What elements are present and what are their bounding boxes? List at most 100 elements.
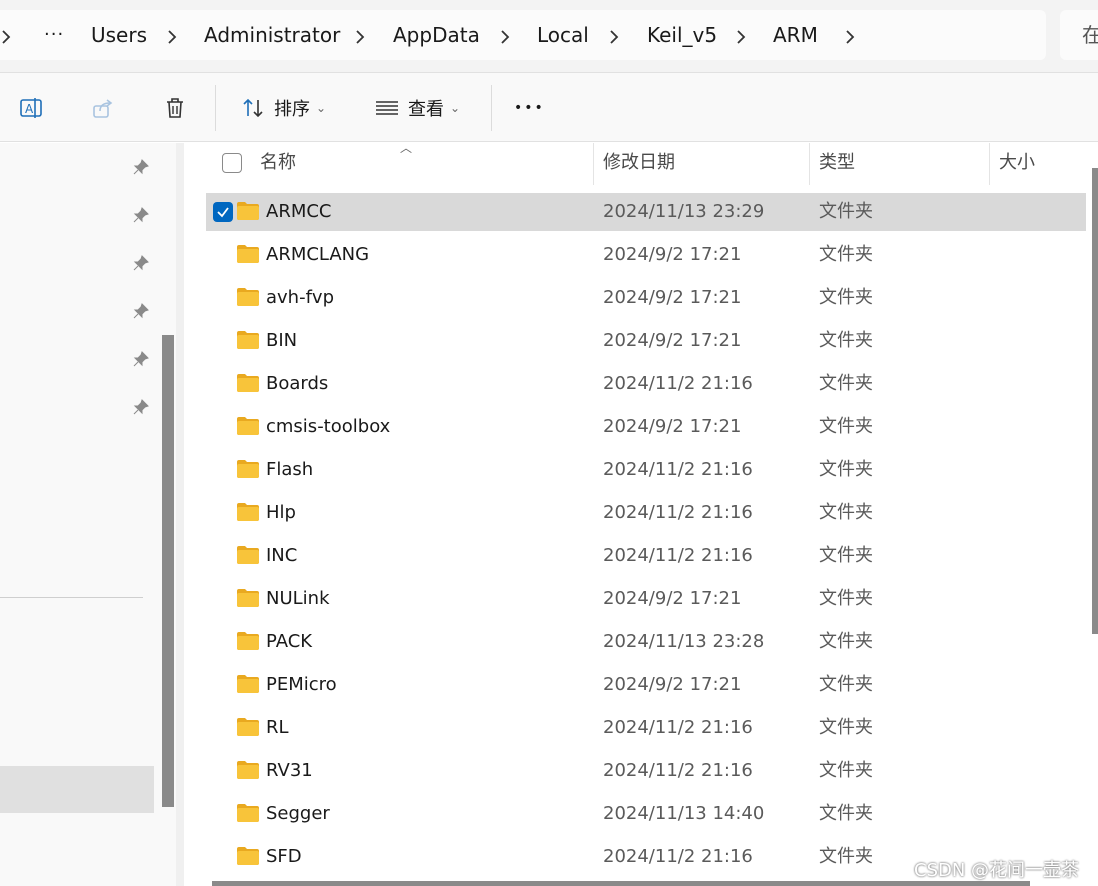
file-row[interactable]: NULink 2024/9/2 17:21 文件夹: [206, 580, 1086, 618]
horizontal-scrollbar[interactable]: [212, 881, 1030, 886]
pane-splitter[interactable]: [176, 143, 184, 886]
file-row[interactable]: Hlp 2024/11/2 21:16 文件夹: [206, 494, 1086, 532]
more-options-button[interactable]: •••: [514, 91, 545, 125]
column-type[interactable]: 类型: [819, 143, 855, 185]
file-name: NULink: [266, 588, 330, 609]
chevron-right-icon[interactable]: [608, 10, 620, 60]
nav-divider: [0, 597, 143, 598]
file-modified: 2024/9/2 17:21: [603, 588, 742, 609]
file-name: PACK: [266, 631, 313, 652]
view-list-icon: [372, 93, 402, 123]
sort-ascending-icon: ︿: [400, 141, 413, 155]
breadcrumb-item-administrator[interactable]: Administrator: [204, 10, 340, 60]
chevron-right-icon[interactable]: [166, 10, 178, 60]
file-list: ︿ 名称 修改日期 类型 大小 ARMCC 2024/11/13 23:29 文件夹…: [184, 141, 1098, 886]
file-modified: 2024/11/2 21:16: [603, 545, 753, 566]
pin-icon[interactable]: [132, 398, 150, 416]
command-bar: A 排序 ⌄ 查看 ⌄ •••: [0, 72, 1098, 142]
select-all-checkbox[interactable]: [222, 153, 242, 173]
file-name: SFD: [266, 846, 302, 867]
column-size[interactable]: 大小: [999, 143, 1035, 185]
file-name: RV31: [266, 760, 313, 781]
breadcrumb-overflow-button[interactable]: ···: [44, 10, 64, 60]
navigation-pane: [0, 143, 176, 886]
column-modified[interactable]: 修改日期: [603, 143, 675, 185]
file-name: Segger: [266, 803, 330, 824]
breadcrumb-item-appdata[interactable]: AppData: [393, 10, 480, 60]
file-row[interactable]: Segger 2024/11/13 14:40 文件夹: [206, 795, 1086, 833]
file-row[interactable]: ARMCC 2024/11/13 23:29 文件夹: [206, 193, 1086, 231]
chevron-right-icon[interactable]: [354, 10, 366, 60]
rename-icon[interactable]: A: [16, 93, 46, 123]
file-modified: 2024/11/2 21:16: [603, 373, 753, 394]
file-row[interactable]: PACK 2024/11/13 23:28 文件夹: [206, 623, 1086, 661]
folder-icon: [236, 415, 260, 437]
chevron-right-icon[interactable]: [735, 10, 747, 60]
view-button[interactable]: 查看 ⌄: [372, 91, 460, 125]
file-row[interactable]: RL 2024/11/2 21:16 文件夹: [206, 709, 1086, 747]
sort-label: 排序: [274, 99, 310, 120]
file-modified: 2024/9/2 17:21: [603, 330, 742, 351]
file-row[interactable]: PEMicro 2024/9/2 17:21 文件夹: [206, 666, 1086, 704]
file-row[interactable]: Flash 2024/11/2 21:16 文件夹: [206, 451, 1086, 489]
file-modified: 2024/11/2 21:16: [603, 459, 753, 480]
file-row[interactable]: ARMCLANG 2024/9/2 17:21 文件夹: [206, 236, 1086, 274]
breadcrumb-item-users[interactable]: Users: [91, 10, 147, 60]
sort-button[interactable]: 排序 ⌄: [238, 91, 326, 125]
pin-icon[interactable]: [132, 302, 150, 320]
share-icon[interactable]: [88, 93, 118, 123]
search-input[interactable]: 在: [1060, 10, 1098, 60]
file-type: 文件夹: [819, 846, 873, 867]
file-modified: 2024/11/13 23:29: [603, 201, 765, 222]
file-type: 文件夹: [819, 287, 873, 308]
breadcrumb-item-keil[interactable]: Keil_v5: [647, 10, 717, 60]
folder-icon: [236, 845, 260, 867]
breadcrumb[interactable]: ··· Users Administrator AppData Local Ke…: [0, 10, 1046, 60]
file-type: 文件夹: [819, 201, 873, 222]
file-modified: 2024/11/2 21:16: [603, 502, 753, 523]
file-type: 文件夹: [819, 330, 873, 351]
file-row[interactable]: cmsis-toolbox 2024/9/2 17:21 文件夹: [206, 408, 1086, 446]
chevron-right-icon[interactable]: [844, 10, 856, 60]
search-placeholder: 在: [1082, 23, 1098, 47]
file-row[interactable]: RV31 2024/11/2 21:16 文件夹: [206, 752, 1086, 790]
column-separator[interactable]: [593, 143, 594, 185]
column-separator[interactable]: [989, 143, 990, 185]
chevron-right-icon[interactable]: [499, 10, 511, 60]
file-type: 文件夹: [819, 631, 873, 652]
file-row[interactable]: Boards 2024/11/2 21:16 文件夹: [206, 365, 1086, 403]
file-modified: 2024/11/2 21:16: [603, 760, 753, 781]
file-row[interactable]: INC 2024/11/2 21:16 文件夹: [206, 537, 1086, 575]
delete-icon[interactable]: [160, 93, 190, 123]
folder-icon: [236, 544, 260, 566]
file-type: 文件夹: [819, 545, 873, 566]
column-name[interactable]: 名称: [260, 143, 296, 185]
folder-icon: [236, 716, 260, 738]
chevron-right-icon[interactable]: [0, 10, 12, 60]
chevron-down-icon: ⌄: [316, 101, 327, 115]
file-name: RL: [266, 717, 289, 738]
pin-icon[interactable]: [132, 350, 150, 368]
nav-scrollbar[interactable]: [162, 335, 174, 807]
watermark: CSDN @花间一壶茶: [914, 860, 1080, 881]
file-modified: 2024/11/2 21:16: [603, 717, 753, 738]
nav-item-selected[interactable]: [0, 766, 154, 813]
breadcrumb-item-arm[interactable]: ARM: [773, 10, 818, 60]
folder-icon: [236, 372, 260, 394]
folder-icon: [236, 329, 260, 351]
row-checkbox-checked[interactable]: [213, 202, 233, 222]
pin-icon[interactable]: [132, 158, 150, 176]
pin-icon[interactable]: [132, 206, 150, 224]
file-row[interactable]: BIN 2024/9/2 17:21 文件夹: [206, 322, 1086, 360]
file-name: INC: [266, 545, 298, 566]
toolbar-divider: [215, 85, 216, 131]
breadcrumb-item-local[interactable]: Local: [537, 10, 589, 60]
file-modified: 2024/9/2 17:21: [603, 287, 742, 308]
folder-icon: [236, 673, 260, 695]
file-modified: 2024/9/2 17:21: [603, 416, 742, 437]
file-row[interactable]: avh-fvp 2024/9/2 17:21 文件夹: [206, 279, 1086, 317]
column-separator[interactable]: [809, 143, 810, 185]
file-type: 文件夹: [819, 588, 873, 609]
pin-icon[interactable]: [132, 254, 150, 272]
list-scrollbar[interactable]: [1092, 168, 1098, 634]
